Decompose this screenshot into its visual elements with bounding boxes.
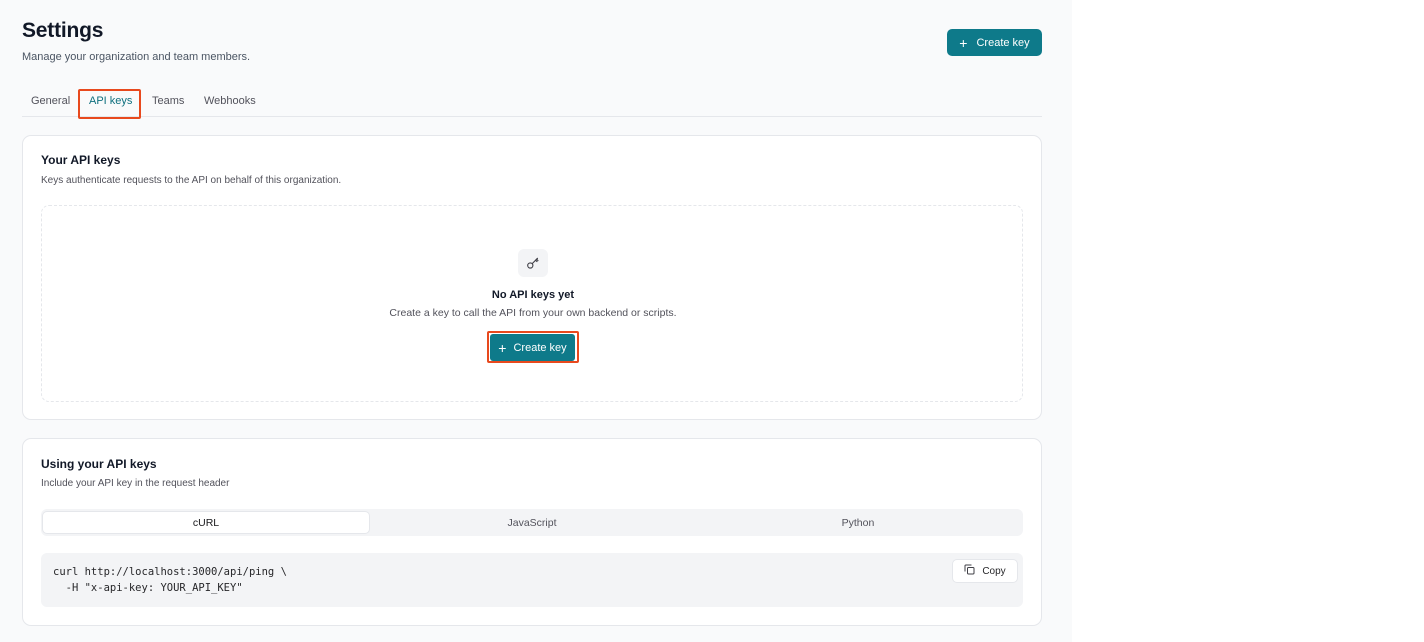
settings-tabs: General API keys Teams Webhooks (22, 88, 1042, 119)
create-key-button[interactable]: + Create key (947, 29, 1042, 56)
code-line: curl http://localhost:3000/api/ping \ (53, 566, 287, 578)
code-line: -H "x-api-key: YOUR_API_KEY" (53, 582, 243, 594)
tab-curl[interactable]: cURL (43, 512, 369, 533)
tab-teams[interactable]: Teams (152, 95, 184, 107)
tab-javascript[interactable]: JavaScript (369, 512, 695, 533)
empty-state-description: Create a key to call the API from your o… (389, 307, 677, 319)
card-title: Your API keys (41, 153, 121, 167)
tab-api-keys[interactable]: API keys (89, 95, 132, 107)
key-icon (518, 249, 548, 277)
page-title: Settings (22, 19, 104, 42)
plus-icon: + (959, 34, 968, 51)
copy-button[interactable]: Copy (952, 559, 1018, 583)
create-key-label: Create key (976, 36, 1030, 49)
tab-python[interactable]: Python (695, 512, 1021, 533)
card-title: Using your API keys (41, 457, 157, 471)
settings-page: Settings Manage your organization and te… (0, 0, 1072, 642)
copy-label: Copy (982, 565, 1006, 577)
empty-state-title: No API keys yet (491, 289, 575, 301)
page-subtitle: Manage your organization and team member… (22, 51, 251, 63)
create-key-label: Create key (513, 341, 567, 354)
card-subtitle: Include your API key in the request head… (41, 478, 230, 489)
api-keys-card: Your API keys Keys authenticate requests… (22, 135, 1042, 420)
plus-icon: + (498, 339, 507, 356)
empty-state: No API keys yet Create a key to call the… (41, 205, 1023, 402)
code-snippet: curl http://localhost:3000/api/ping \ -H… (41, 553, 1023, 607)
usage-card: Using your API keys Include your API key… (22, 438, 1042, 626)
tab-general[interactable]: General (31, 95, 70, 107)
copy-icon (964, 564, 975, 578)
tab-webhooks[interactable]: Webhooks (204, 95, 256, 107)
empty-state-create-key-button[interactable]: + Create key (490, 334, 575, 361)
language-tabs: cURL JavaScript Python (41, 509, 1023, 536)
card-subtitle: Keys authenticate requests to the API on… (41, 175, 342, 186)
